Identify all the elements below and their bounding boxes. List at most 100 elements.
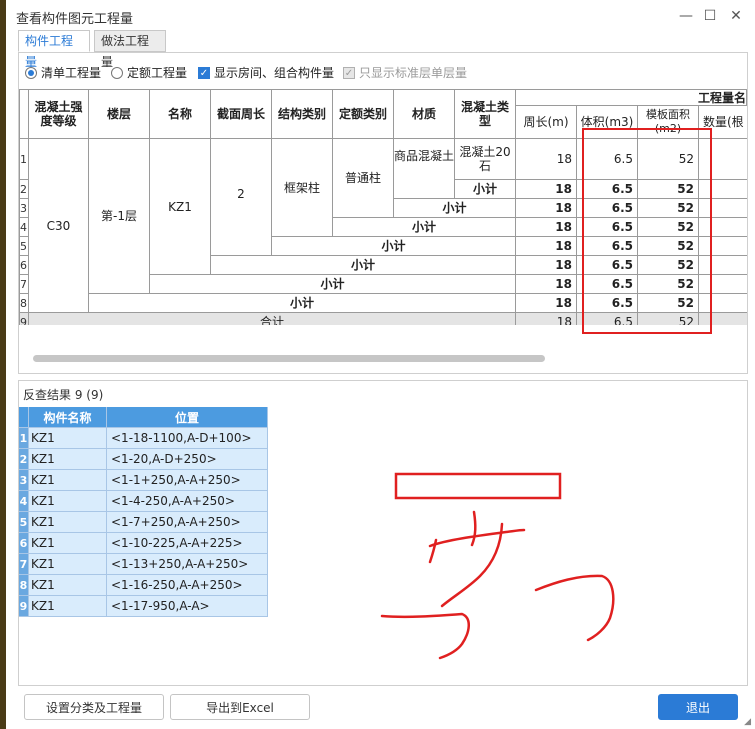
- table-corner: [19, 89, 29, 139]
- row-number: 9: [19, 313, 29, 325]
- row-number: 2: [19, 449, 29, 470]
- checkbox-standard-floor-label: 只显示标准层单层量: [359, 66, 468, 80]
- cell-component-name[interactable]: KZ1: [29, 596, 107, 617]
- row-number: 7: [19, 554, 29, 575]
- cell-component-name[interactable]: KZ1: [29, 491, 107, 512]
- table-row[interactable]: 5 KZ1 <1-7+250,A-A+250>: [19, 512, 271, 533]
- header-quota-type: 定额类别: [333, 89, 394, 139]
- row-number: 7: [19, 275, 29, 294]
- radio-quota-quantity[interactable]: 定额工程量: [111, 64, 187, 81]
- row-number: 5: [19, 237, 29, 256]
- button-bar: 设置分类及工程量 导出到Excel 退出: [18, 688, 748, 726]
- cell-component-name[interactable]: KZ1: [29, 449, 107, 470]
- cell-perimeter[interactable]: 18: [516, 139, 577, 180]
- checkmark-icon: ✓: [198, 66, 210, 79]
- title-bar: 查看构件图元工程量 — ☐ ✕: [6, 0, 755, 30]
- subtotal-label: 小计: [150, 275, 516, 294]
- cell-material[interactable]: 商品混凝土: [394, 139, 455, 199]
- radio-selected-icon: [25, 66, 37, 79]
- cell-position[interactable]: <1-4-250,A-A+250>: [107, 491, 268, 512]
- row-number: 1: [19, 428, 29, 449]
- table-row[interactable]: 3 KZ1 <1-1+250,A-A+250>: [19, 470, 271, 491]
- subtotal-label: 小计: [333, 218, 516, 237]
- radio-quota-label: 定额工程量: [127, 66, 188, 80]
- table-row[interactable]: 8 KZ1 <1-16-250,A-A+250>: [19, 575, 271, 596]
- row-number: 6: [19, 533, 29, 554]
- row-number: 3: [19, 470, 29, 491]
- reverse-lookup-panel: 反查结果 9 (9) 构件名称 位置 1 KZ1 <1-18-1100,A-D+…: [18, 380, 748, 686]
- table-row[interactable]: 4 KZ1 <1-4-250,A-A+250>: [19, 491, 271, 512]
- table-row[interactable]: 6 KZ1 <1-10-225,A-A+225>: [19, 533, 271, 554]
- cell-perimeter[interactable]: 18: [516, 218, 577, 237]
- cell-struct-type[interactable]: 框架柱: [272, 139, 333, 237]
- table-row[interactable]: 1 KZ1 <1-18-1100,A-D+100>: [19, 428, 271, 449]
- cell-position[interactable]: <1-16-250,A-A+250>: [107, 575, 268, 596]
- cell-component-name[interactable]: KZ1: [29, 470, 107, 491]
- cell-concrete-type[interactable]: 混凝土20石: [455, 139, 516, 180]
- radio-list-quantity[interactable]: 清单工程量: [25, 64, 101, 81]
- cell-perimeter[interactable]: 18: [516, 275, 577, 294]
- cell-perimeter[interactable]: 18: [516, 180, 577, 199]
- cell-component-name[interactable]: KZ1: [29, 554, 107, 575]
- cell-component-name[interactable]: KZ1: [29, 533, 107, 554]
- cell-component-name[interactable]: KZ1: [29, 512, 107, 533]
- cell-position[interactable]: <1-1+250,A-A+250>: [107, 470, 268, 491]
- cell-component-name[interactable]: KZ1: [29, 428, 107, 449]
- total-label: 合计: [29, 313, 516, 325]
- row-number: 1: [19, 139, 29, 180]
- cell-name[interactable]: KZ1: [150, 139, 211, 275]
- checkbox-show-rooms-label: 显示房间、组合构件量: [214, 66, 335, 80]
- cell-position[interactable]: <1-7+250,A-A+250>: [107, 512, 268, 533]
- cell-position[interactable]: <1-10-225,A-A+225>: [107, 533, 268, 554]
- header-name: 名称: [150, 89, 211, 139]
- cell-perimeter[interactable]: 18: [516, 256, 577, 275]
- header-position: 位置: [107, 407, 268, 428]
- radio-unselected-icon: [111, 66, 123, 79]
- cell-component-name[interactable]: KZ1: [29, 575, 107, 596]
- subtotal-label: 小计: [394, 199, 516, 218]
- row-number: 9: [19, 596, 29, 617]
- radio-list-label: 清单工程量: [41, 66, 102, 80]
- header-quantity-group: 工程量名: [516, 89, 747, 106]
- cell-perimeter[interactable]: 18: [516, 313, 577, 325]
- header-perimeter-m: 周长(m): [516, 106, 577, 139]
- close-button[interactable]: ✕: [726, 6, 746, 26]
- resize-grip-icon[interactable]: ◢: [744, 717, 751, 727]
- cell-position[interactable]: <1-17-950,A-A>: [107, 596, 268, 617]
- horizontal-scrollbar[interactable]: [33, 355, 545, 362]
- checkbox-standard-floor[interactable]: ✓ 只显示标准层单层量: [343, 64, 467, 81]
- annotation-highlight-box: [582, 128, 712, 334]
- cell-perimeter[interactable]: 18: [516, 294, 577, 313]
- row-number: 3: [19, 199, 29, 218]
- subtotal-label: 小计: [89, 294, 516, 313]
- cell-floor[interactable]: 第-1层: [89, 139, 150, 294]
- minimize-button[interactable]: —: [676, 6, 696, 26]
- cell-strength[interactable]: C30: [29, 139, 89, 313]
- cell-position[interactable]: <1-20,A-D+250>: [107, 449, 268, 470]
- tab-component-quantity[interactable]: 构件工程量: [18, 30, 90, 69]
- row-number: 4: [19, 218, 29, 237]
- table-row[interactable]: 7 KZ1 <1-13+250,A-A+250>: [19, 554, 271, 575]
- cell-section-perimeter[interactable]: 2: [211, 139, 272, 256]
- header-section-perimeter: 截面周长: [211, 89, 272, 139]
- set-category-button[interactable]: 设置分类及工程量: [24, 694, 164, 720]
- row-number: 2: [19, 180, 29, 199]
- subtotal-label: 小计: [211, 256, 516, 275]
- cell-perimeter[interactable]: 18: [516, 199, 577, 218]
- checkbox-show-rooms[interactable]: ✓ 显示房间、组合构件量: [198, 64, 334, 81]
- cell-perimeter[interactable]: 18: [516, 237, 577, 256]
- header-concrete-type: 混凝土类型: [455, 89, 516, 139]
- subtotal-label: 小计: [272, 237, 516, 256]
- exit-button[interactable]: 退出: [658, 694, 738, 720]
- table-row[interactable]: 9 KZ1 <1-17-950,A-A>: [19, 596, 271, 617]
- export-excel-button[interactable]: 导出到Excel: [170, 694, 310, 720]
- cell-quota-type[interactable]: 普通柱: [333, 139, 394, 218]
- table-header-row: 构件名称 位置: [19, 407, 271, 428]
- row-number: 5: [19, 512, 29, 533]
- cell-position[interactable]: <1-18-1100,A-D+100>: [107, 428, 268, 449]
- maximize-button[interactable]: ☐: [700, 6, 720, 26]
- cell-position[interactable]: <1-13+250,A-A+250>: [107, 554, 268, 575]
- row-number: 8: [19, 575, 29, 596]
- table-row[interactable]: 2 KZ1 <1-20,A-D+250>: [19, 449, 271, 470]
- tab-method-quantity[interactable]: 做法工程量: [94, 30, 166, 69]
